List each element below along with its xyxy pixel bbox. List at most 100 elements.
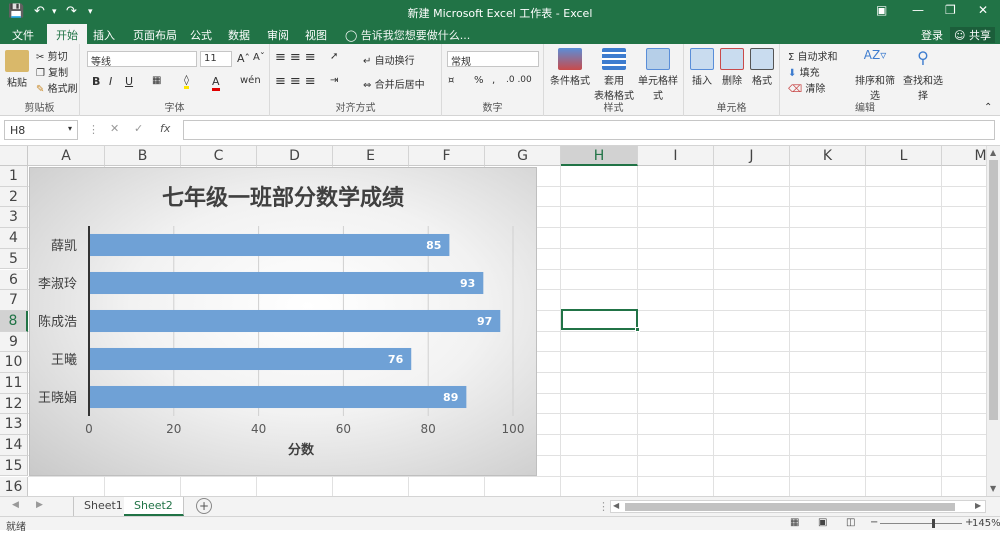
- zoom-level[interactable]: 145%: [972, 518, 1000, 529]
- formula-input[interactable]: [183, 120, 995, 140]
- row-header-9[interactable]: 9: [0, 331, 28, 353]
- wrap-text-button[interactable]: ↵ 自动换行: [363, 52, 415, 67]
- row-header-6[interactable]: 6: [0, 269, 28, 291]
- format-painter-button[interactable]: ✎ 格式刷: [36, 80, 78, 95]
- worksheet-grid[interactable]: ABCDEFGHIJKLM 1 2 3 4 5 6 7 8 9 10 11 12 13 14 15 16 七年…: [0, 146, 986, 496]
- column-header-j[interactable]: J: [714, 146, 790, 166]
- merge-center-button[interactable]: ⇔ 合并后居中: [363, 76, 425, 91]
- column-header-c[interactable]: C: [181, 146, 257, 166]
- insert-cells-button[interactable]: 插入: [688, 48, 716, 87]
- cut-button[interactable]: ✂ 剪切: [36, 48, 68, 63]
- next-sheet-icon[interactable]: ▶: [36, 500, 43, 510]
- conditional-format-button[interactable]: 条件格式: [548, 48, 592, 87]
- row-header-11[interactable]: 11: [0, 373, 28, 394]
- font-size-select[interactable]: 11: [200, 51, 232, 67]
- scroll-right-icon[interactable]: ▶: [975, 501, 981, 510]
- name-box-dropdown-icon[interactable]: ▾: [68, 124, 72, 133]
- vertical-align-icons[interactable]: ≡≡≡: [275, 50, 320, 65]
- name-box[interactable]: H8: [4, 120, 78, 140]
- horizontal-scrollbar[interactable]: ◀ ▶: [610, 500, 986, 513]
- insert-function-button[interactable]: fx: [160, 122, 170, 135]
- orientation-icon[interactable]: ➚: [330, 51, 338, 62]
- bold-button[interactable]: B: [92, 75, 100, 88]
- row-header-16[interactable]: 16: [0, 476, 28, 496]
- fill-button[interactable]: ⬇ 填充: [788, 64, 820, 79]
- percent-button[interactable]: %: [474, 75, 484, 86]
- vertical-scroll-thumb[interactable]: [989, 160, 998, 420]
- scroll-left-icon[interactable]: ◀: [613, 501, 619, 510]
- zoom-slider-knob[interactable]: [932, 519, 936, 528]
- ribbon-display-icon[interactable]: ▣: [876, 3, 887, 17]
- delete-cells-button[interactable]: 删除: [718, 48, 746, 87]
- comma-icon[interactable]: ,: [492, 75, 495, 86]
- currency-icon[interactable]: ¤: [448, 75, 454, 86]
- vertical-scrollbar[interactable]: ▲ ▼: [986, 146, 1000, 496]
- confirm-formula-icon[interactable]: ✓: [134, 122, 143, 135]
- prev-sheet-icon[interactable]: ◀: [12, 500, 19, 510]
- scroll-up-icon[interactable]: ▲: [990, 148, 996, 157]
- restore-icon[interactable]: ❐: [945, 3, 956, 17]
- active-cell[interactable]: [561, 309, 638, 330]
- share-button[interactable]: ☺ 共享: [950, 27, 995, 43]
- add-sheet-button[interactable]: +: [196, 498, 212, 514]
- tab-split-icon[interactable]: ⋮: [598, 500, 609, 513]
- row-header-15[interactable]: 15: [0, 455, 28, 477]
- column-header-e[interactable]: E: [333, 146, 409, 166]
- number-format-select[interactable]: 常规: [447, 51, 539, 68]
- column-header-i[interactable]: I: [638, 146, 714, 166]
- horizontal-align-icons[interactable]: ≡≡≡: [275, 74, 320, 89]
- page-break-view-icon[interactable]: ◫: [846, 517, 855, 528]
- minimize-icon[interactable]: —: [912, 3, 924, 17]
- font-color-icon[interactable]: A: [212, 75, 220, 91]
- row-header-12[interactable]: 12: [0, 393, 28, 415]
- sign-in-link[interactable]: 登录: [921, 27, 943, 43]
- fill-handle[interactable]: [635, 327, 640, 332]
- collapse-ribbon-icon[interactable]: ⌃: [984, 102, 992, 113]
- column-header-b[interactable]: B: [105, 146, 181, 166]
- sheet-tab-sheet2[interactable]: Sheet2: [124, 497, 184, 516]
- bar-chart[interactable]: 七年级一班部分数学成绩 0 20 40 60 80 100 85 薛凯 93 李淑玲 97 陈成浩 76…: [29, 167, 537, 476]
- paste-button[interactable]: 粘贴: [4, 50, 30, 89]
- row-header-8[interactable]: 8: [0, 310, 28, 332]
- indent-icon[interactable]: ⇥: [330, 75, 338, 86]
- row-header-10[interactable]: 10: [0, 352, 28, 373]
- grow-font-icon[interactable]: Aˆ: [237, 52, 250, 65]
- row-header-3[interactable]: 3: [0, 207, 28, 229]
- row-header-2[interactable]: 2: [0, 186, 28, 208]
- column-header-g[interactable]: G: [485, 146, 561, 166]
- italic-button[interactable]: I: [109, 75, 112, 88]
- cell-styles-button[interactable]: 单元格样式: [634, 48, 682, 102]
- copy-button[interactable]: ❐ 复制: [36, 64, 68, 79]
- fill-color-icon[interactable]: ◊: [184, 75, 189, 89]
- format-as-table-button[interactable]: 套用 表格格式: [594, 48, 634, 102]
- row-header-14[interactable]: 14: [0, 435, 28, 456]
- zoom-slider[interactable]: [880, 519, 962, 528]
- row-header-4[interactable]: 4: [0, 228, 28, 249]
- column-header-f[interactable]: F: [409, 146, 485, 166]
- tab-file[interactable]: 文件: [12, 27, 34, 43]
- find-select-button[interactable]: ⚲ 查找和选择: [900, 48, 946, 102]
- column-header-a[interactable]: A: [28, 146, 105, 166]
- tab-page-layout[interactable]: 页面布局: [133, 27, 177, 43]
- row-header-5[interactable]: 5: [0, 248, 28, 270]
- shrink-font-icon[interactable]: Aˇ: [253, 52, 265, 63]
- normal-view-icon[interactable]: ▦: [790, 517, 799, 528]
- tab-data[interactable]: 数据: [228, 27, 250, 43]
- tab-view[interactable]: 视图: [305, 27, 327, 43]
- tab-formulas[interactable]: 公式: [190, 27, 212, 43]
- scroll-down-icon[interactable]: ▼: [990, 484, 996, 493]
- column-header-k[interactable]: K: [790, 146, 866, 166]
- tab-home[interactable]: 开始: [47, 24, 87, 44]
- column-header-h[interactable]: H: [561, 146, 638, 166]
- tab-insert[interactable]: 插入: [93, 27, 115, 43]
- select-all-corner[interactable]: [0, 146, 28, 166]
- tab-review[interactable]: 审阅: [267, 27, 289, 43]
- cancel-formula-icon[interactable]: ✕: [110, 122, 119, 135]
- horizontal-scroll-thumb[interactable]: [625, 503, 955, 511]
- tell-me-box[interactable]: ◯ 告诉我您想要做什么...: [345, 27, 470, 43]
- format-cells-button[interactable]: 格式: [748, 48, 776, 87]
- close-icon[interactable]: ✕: [978, 3, 988, 17]
- zoom-out-icon[interactable]: −: [870, 517, 878, 528]
- row-header-1[interactable]: 1: [0, 166, 28, 187]
- phonetic-icon[interactable]: wén: [240, 75, 261, 86]
